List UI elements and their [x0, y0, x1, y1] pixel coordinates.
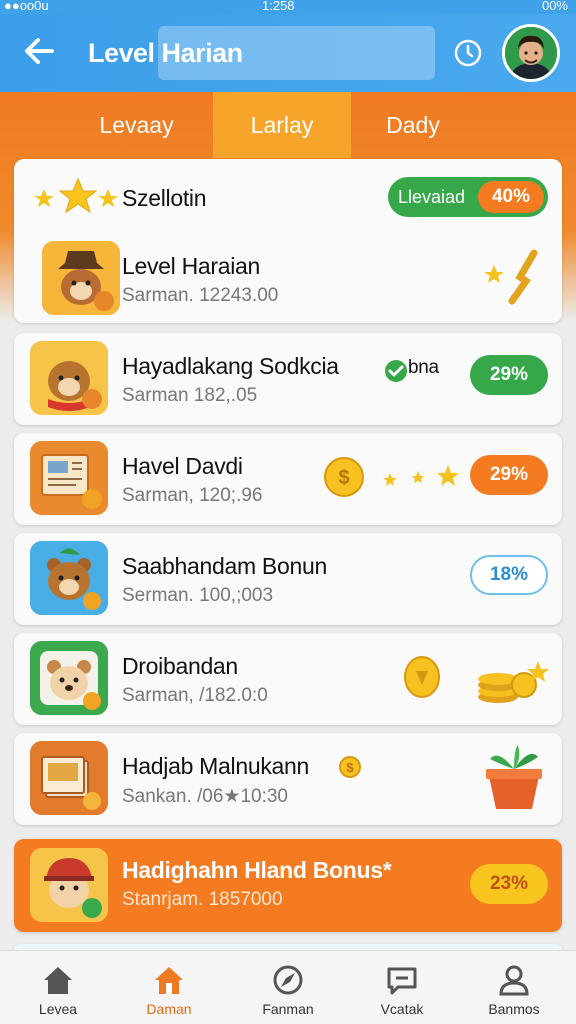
item-title: Saabhandam Bonun [122, 553, 327, 579]
reward-icon [30, 741, 108, 815]
item-subtitle: Stanrjam. 1857000 [122, 889, 283, 910]
tab-larlay[interactable]: Larlay [213, 92, 351, 158]
percent-badge: 18% [470, 555, 548, 595]
compass-icon [273, 965, 303, 995]
level-icon [42, 241, 120, 315]
item-subtitle: Serman. 100,;003 [122, 585, 274, 606]
level-progress-value: 40% [478, 181, 544, 213]
nav-label: Daman [146, 1001, 192, 1017]
profile-icon [499, 965, 529, 996]
reward-icon [30, 341, 108, 415]
list-item-highlighted[interactable]: Hadighahn Hland Bonus* Stanrjam. 1857000… [14, 839, 562, 932]
clock-icon [454, 39, 482, 67]
nav-banmos[interactable]: Banmos [464, 951, 564, 1024]
list-item[interactable]: Hayadlakang Sodkcia bna Sarman 182,.05 2… [14, 333, 562, 425]
level-subtitle: Sarman. 12243.00 [122, 285, 279, 306]
page-title: Level Harian [88, 38, 243, 68]
svg-text:$: $ [338, 467, 349, 489]
item-extra-label: bna [408, 357, 439, 378]
list-item[interactable]: Droibandan Sarman, /182.0:0 [14, 633, 562, 725]
nav-label: Vcatak [380, 1001, 424, 1017]
item-subtitle: Sankan. /06★10:30 [122, 786, 288, 807]
nav-vcatak[interactable]: Vcatak [352, 951, 452, 1024]
home-icon [44, 967, 72, 994]
reward-icon [30, 541, 108, 615]
character-hat-icon [42, 241, 120, 315]
papers-icon [30, 741, 108, 815]
tab-levaay[interactable]: Levaay [60, 92, 213, 158]
tab-bar: Levaay Larlay Dady [0, 92, 576, 158]
back-button[interactable] [22, 34, 56, 68]
item-title: Hadjab Malnukann [122, 753, 309, 779]
character-scarf-icon [30, 341, 108, 415]
bottom-nav: Levea Daman Fanman Vcatak Banmos [0, 950, 576, 1024]
percent-badge: 29% [470, 355, 548, 395]
list-item[interactable]: Havel Davdi Sarman, 120;.96 $ 29% [14, 433, 562, 525]
nav-levea[interactable]: Levea [8, 951, 108, 1024]
nav-label: Levea [38, 1001, 78, 1017]
chat-icon [387, 967, 417, 995]
star-wand-icon [484, 249, 538, 305]
item-title: Droibandan [122, 653, 238, 679]
character-bear-icon [30, 541, 108, 615]
summary-card: Szellotin Llevaiad 40% Level Haraian Sar… [14, 159, 562, 323]
newspaper-icon [30, 441, 108, 515]
list-item[interactable]: Hadjab Malnukann $ Sankan. /06★10:30 [14, 733, 562, 825]
reward-icon [30, 641, 108, 715]
character-dog-icon [30, 641, 108, 715]
battery-indicator: 00% [541, 0, 568, 13]
reward-icon [30, 441, 108, 515]
status-time: 1:258 [262, 0, 295, 13]
nav-daman[interactable]: Daman [119, 951, 219, 1024]
level-title: Level Haraian [122, 253, 261, 279]
item-subtitle: Sarman, /182.0:0 [122, 685, 268, 706]
home-icon [155, 967, 183, 994]
check-circle-icon [385, 360, 407, 382]
avatar[interactable] [502, 24, 560, 82]
item-subtitle: Sarman 182,.05 [122, 385, 258, 406]
coin-icon: $ [339, 756, 361, 778]
character-cap-icon [30, 848, 108, 922]
item-subtitle: Sarman, 120;.96 [122, 485, 263, 506]
user-avatar-icon [505, 27, 557, 79]
item-title: Hayadlakang Sodkcia [122, 353, 339, 379]
list-item[interactable]: Saabhandam Bonun Serman. 100,;003 18% [14, 533, 562, 625]
level-status-label: Llevaiad [398, 187, 466, 207]
plant-pot-icon [486, 745, 542, 809]
arrow-left-icon [25, 38, 54, 64]
percent-badge: 23% [470, 864, 548, 904]
tab-dady[interactable]: Dady [351, 92, 475, 158]
stars-icon [34, 177, 118, 214]
svg-text:$: $ [346, 760, 354, 775]
signal-indicator: ●●oo0u [4, 0, 49, 13]
reward-icon [30, 848, 108, 922]
coins-icon [404, 656, 549, 703]
nav-label: Banmos [488, 1001, 540, 1017]
level-status-badge: Llevaiad 40% [388, 177, 548, 217]
item-title: Havel Davdi [122, 453, 243, 479]
history-button[interactable] [453, 38, 483, 68]
nav-label: Fanman [262, 1001, 314, 1017]
nav-fanman[interactable]: Fanman [238, 951, 338, 1024]
summary-title: Szellotin [122, 185, 207, 211]
item-title: Hadighahn Hland Bonus* [122, 857, 392, 883]
coin-stars-icon: $ [324, 457, 459, 497]
percent-badge: 29% [470, 455, 548, 495]
status-bar: ●●oo0u 1:258 00% [0, 0, 576, 14]
app-header: Level Harian [0, 14, 576, 92]
